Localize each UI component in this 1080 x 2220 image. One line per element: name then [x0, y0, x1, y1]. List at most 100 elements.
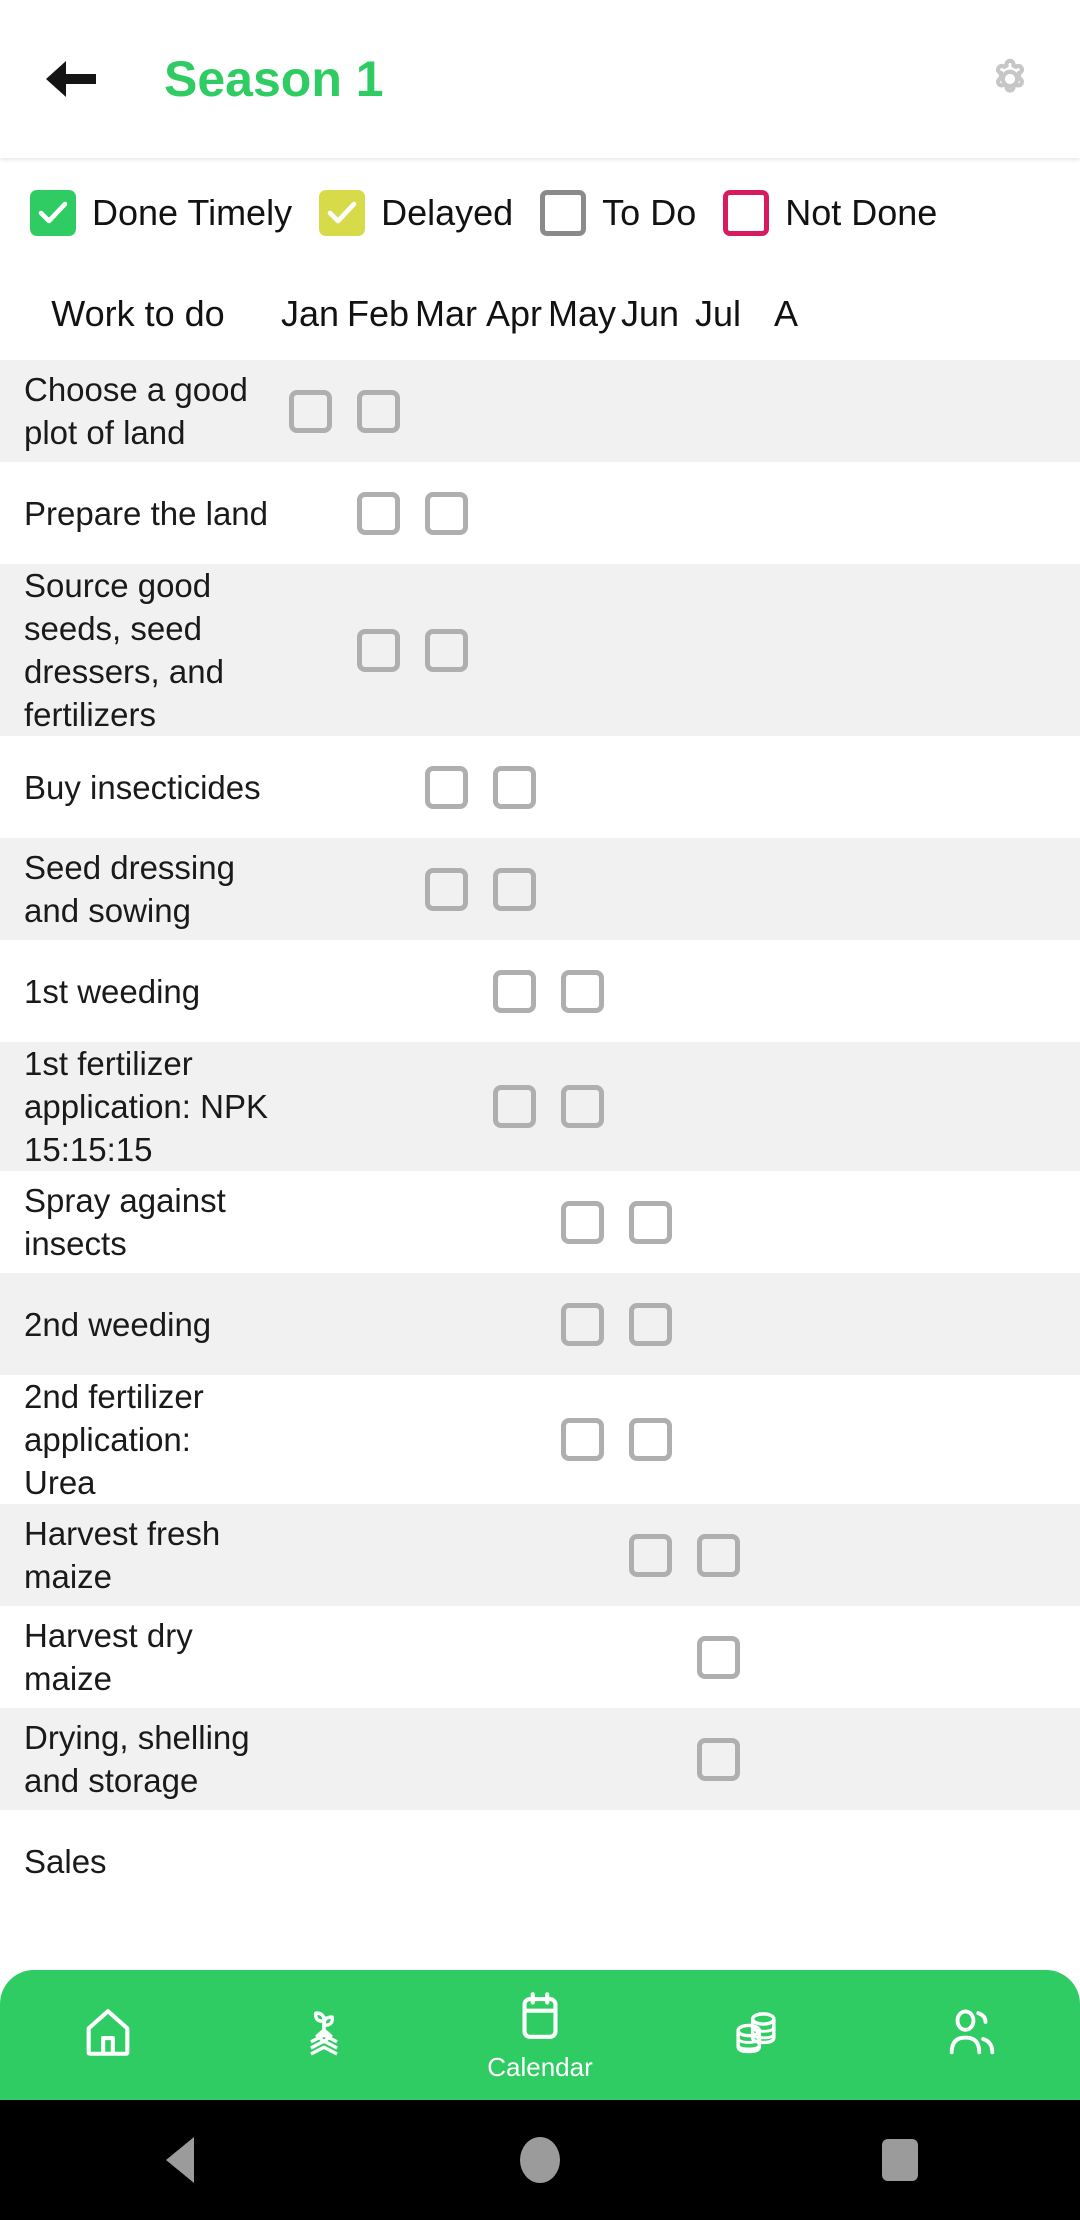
checkbox-empty-icon[interactable] — [356, 389, 400, 433]
checkbox-empty-icon[interactable] — [560, 1418, 604, 1461]
legend-item-not-done[interactable]: Not Done — [723, 190, 937, 236]
bottom-navigation-bar: Calendar — [0, 1970, 1080, 2100]
checkbox-empty-icon[interactable] — [356, 491, 400, 535]
cell-may[interactable] — [548, 969, 616, 1013]
cell-may[interactable] — [548, 1200, 616, 1244]
checkbox-empty-icon[interactable] — [424, 867, 468, 911]
checkbox-empty-icon[interactable] — [288, 389, 332, 433]
checkbox-empty-icon[interactable] — [628, 1302, 672, 1346]
cell-jun[interactable] — [616, 1200, 684, 1244]
month-cells — [276, 628, 1080, 672]
table-row[interactable]: Prepare the land — [0, 462, 1080, 564]
month-cells — [276, 1737, 1080, 1781]
month-header-feb: Feb — [346, 293, 410, 334]
cell-mar[interactable] — [412, 628, 480, 672]
coins-icon — [736, 2012, 776, 2054]
legend-item-to-do[interactable]: To Do — [540, 190, 696, 236]
task-label: Spray against insects — [24, 1182, 226, 1262]
checkbox-empty-icon — [540, 190, 587, 236]
task-label: Drying, shelling and storage — [24, 1719, 250, 1799]
cell-apr[interactable] — [480, 1085, 548, 1128]
checkbox-empty-icon[interactable] — [424, 491, 468, 535]
gear-icon — [996, 58, 1024, 93]
cell-jun[interactable] — [616, 1302, 684, 1346]
table-row[interactable]: 1st fertilizer application: NPK 15:15:15 — [0, 1042, 1080, 1171]
cell-mar[interactable] — [412, 491, 480, 535]
system-recents-button[interactable] — [820, 2100, 980, 2220]
checkbox-empty-icon[interactable] — [356, 628, 400, 672]
checkbox-empty-icon[interactable] — [628, 1533, 672, 1577]
cell-jul[interactable] — [684, 1737, 752, 1781]
cell-apr[interactable] — [480, 867, 548, 911]
checkbox-empty-icon[interactable] — [492, 1085, 536, 1128]
checkbox-empty-icon[interactable] — [628, 1418, 672, 1461]
cell-jun[interactable] — [616, 1418, 684, 1461]
table-row[interactable]: Buy insecticides — [0, 736, 1080, 838]
month-cells — [276, 867, 1080, 911]
system-home-button[interactable] — [460, 2100, 620, 2220]
task-label: Harvest dry maize — [24, 1617, 193, 1697]
checkbox-empty-icon[interactable] — [492, 765, 536, 809]
cell-apr[interactable] — [480, 969, 548, 1013]
cell-mar[interactable] — [412, 867, 480, 911]
cell-jan[interactable] — [276, 389, 344, 433]
checkbox-empty-icon[interactable] — [696, 1737, 740, 1781]
month-header-jan: Jan — [280, 293, 340, 334]
checkbox-empty-icon[interactable] — [696, 1533, 740, 1577]
table-row[interactable]: Choose a good plot of land — [0, 360, 1080, 462]
cell-feb[interactable] — [344, 491, 412, 535]
nav-item-crops[interactable] — [216, 1970, 432, 2100]
cell-apr[interactable] — [480, 765, 548, 809]
cell-may[interactable] — [548, 1085, 616, 1128]
app-bar: Season 1 — [0, 0, 1080, 158]
legend-item-done-timely[interactable]: Done Timely — [30, 190, 292, 236]
table-row[interactable]: Spray against insects — [0, 1171, 1080, 1273]
nav-item-finance[interactable] — [648, 1970, 864, 2100]
cell-jul[interactable] — [684, 1635, 752, 1679]
status-legend: Done Timely Delayed To Do Not Done — [0, 158, 1080, 268]
task-label: Harvest fresh maize — [24, 1515, 221, 1595]
table-row[interactable]: Seed dressing and sowing — [0, 838, 1080, 940]
legend-label: Done Timely — [92, 192, 293, 233]
cell-mar[interactable] — [412, 765, 480, 809]
month-cells — [276, 389, 1080, 433]
cell-feb[interactable] — [344, 389, 412, 433]
seedling-icon — [310, 2011, 338, 2056]
cell-jul[interactable] — [684, 1533, 752, 1577]
checkbox-empty-icon[interactable] — [696, 1635, 740, 1679]
table-row[interactable]: Source good seeds, seed dressers, and fe… — [0, 564, 1080, 736]
checkbox-empty-icon[interactable] — [492, 867, 536, 911]
back-button[interactable] — [18, 27, 122, 131]
table-row[interactable]: Harvest dry maize — [0, 1606, 1080, 1708]
checkbox-empty-icon[interactable] — [424, 765, 468, 809]
nav-item-home[interactable] — [0, 1970, 216, 2100]
table-row[interactable]: 1st weeding — [0, 940, 1080, 1042]
checkbox-empty-icon[interactable] — [560, 1200, 604, 1244]
month-cells — [276, 1200, 1080, 1244]
cell-may[interactable] — [548, 1418, 616, 1461]
table-row[interactable]: Harvest fresh maize — [0, 1504, 1080, 1606]
month-header-a: A — [773, 293, 798, 334]
checkbox-checked-icon — [319, 190, 366, 236]
cell-jun[interactable] — [616, 1533, 684, 1577]
checkbox-empty-icon[interactable] — [560, 1085, 604, 1128]
table-row[interactable]: Sales — [0, 1810, 1080, 1912]
system-back-button[interactable] — [100, 2100, 260, 2220]
table-row[interactable]: 2nd weeding — [0, 1273, 1080, 1375]
back-triangle-icon — [166, 2137, 194, 2183]
table-row[interactable]: Drying, shelling and storage — [0, 1708, 1080, 1810]
checkbox-empty-icon[interactable] — [560, 969, 604, 1013]
table-row[interactable]: 2nd fertilizer application: Urea — [0, 1375, 1080, 1504]
checkbox-empty-icon[interactable] — [492, 969, 536, 1013]
nav-item-community[interactable] — [864, 1970, 1080, 2100]
legend-item-delayed[interactable]: Delayed — [319, 190, 513, 236]
cell-feb[interactable] — [344, 628, 412, 672]
month-cells — [276, 1085, 1080, 1128]
settings-button[interactable] — [964, 33, 1056, 125]
checkbox-empty-icon[interactable] — [560, 1302, 604, 1346]
nav-item-calendar[interactable]: Calendar — [432, 1970, 648, 2100]
month-header-mar: Mar — [415, 293, 477, 334]
checkbox-empty-icon[interactable] — [424, 628, 468, 672]
cell-may[interactable] — [548, 1302, 616, 1346]
checkbox-empty-icon[interactable] — [628, 1200, 672, 1244]
